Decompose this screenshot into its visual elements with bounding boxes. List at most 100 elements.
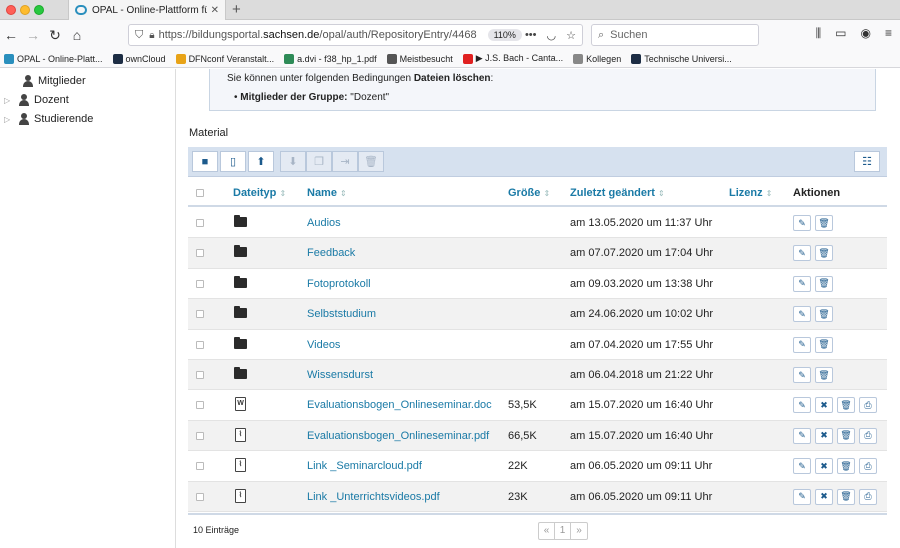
- column-header-type[interactable]: Dateityp ⇕: [233, 187, 286, 199]
- edit-button[interactable]: ✎: [793, 458, 811, 475]
- file-name-link[interactable]: Evaluationsbogen_Onlineseminar.doc: [307, 399, 492, 411]
- pocket-icon[interactable]: ◡: [547, 29, 557, 42]
- account-icon[interactable]: ◉: [861, 26, 871, 41]
- delete-button[interactable]: 🗑︎: [837, 427, 855, 444]
- tab-close-icon[interactable]: ✕: [211, 5, 219, 16]
- zoom-level-badge[interactable]: 110%: [487, 29, 522, 41]
- row-checkbox[interactable]: [196, 462, 204, 471]
- page-actions-icon[interactable]: •••: [525, 29, 537, 42]
- bookmark-item[interactable]: OPAL - Online-Platt...: [4, 53, 103, 64]
- row-checkbox[interactable]: [196, 219, 204, 227]
- menu-icon[interactable]: ≡: [885, 26, 892, 41]
- url-text[interactable]: https://bildungsportal.sachsen.de/opal/a…: [159, 29, 484, 41]
- pager-prev-button[interactable]: «: [539, 523, 555, 539]
- bookmark-item[interactable]: ▶ J.S. Bach - Canta...: [462, 53, 563, 64]
- move-button[interactable]: ⇥: [332, 151, 358, 172]
- sidebar-item-mitglieder[interactable]: Mitglieder: [22, 75, 86, 87]
- sidebar-toggle-icon[interactable]: ▭: [835, 26, 846, 41]
- tools-button[interactable]: ✖: [815, 397, 833, 414]
- delete-button[interactable]: 🗑︎: [815, 275, 833, 292]
- pager-next-button[interactable]: »: [571, 523, 587, 539]
- row-checkbox[interactable]: [196, 249, 204, 258]
- pager-page-1[interactable]: 1: [555, 523, 571, 539]
- bookmark-item[interactable]: DFNconf Veranstalt...: [175, 53, 274, 64]
- column-header-license[interactable]: Lizenz ⇕: [729, 187, 772, 199]
- sidebar-item-studierende[interactable]: ▷ Studierende: [4, 113, 93, 125]
- sidebar-item-dozent[interactable]: ▷ Dozent: [4, 94, 69, 106]
- window-minimize-button[interactable]: [20, 5, 30, 15]
- print-button[interactable]: ⎙: [859, 427, 877, 444]
- edit-button[interactable]: ✎: [793, 215, 811, 231]
- file-name-link[interactable]: Videos: [307, 339, 340, 351]
- print-button[interactable]: ⎙: [859, 397, 877, 414]
- edit-button[interactable]: ✎: [793, 397, 811, 414]
- delete-button[interactable]: 🗑︎: [837, 458, 855, 475]
- file-name-link[interactable]: Feedback: [307, 247, 355, 259]
- edit-button[interactable]: ✎: [793, 336, 811, 353]
- reload-icon[interactable]: ↻: [44, 27, 66, 44]
- bookmark-item[interactable]: ownCloud: [112, 53, 166, 64]
- expand-arrow-icon[interactable]: ▷: [4, 96, 14, 105]
- browser-tab[interactable]: OPAL - Online-Plattform für Ak ✕: [68, 0, 226, 20]
- shield-icon[interactable]: ⛉: [135, 29, 143, 42]
- lock-icon[interactable]: 🔒︎: [149, 30, 154, 41]
- row-checkbox[interactable]: [196, 492, 204, 501]
- tools-button[interactable]: ✖: [815, 427, 833, 444]
- url-bar[interactable]: ⛉ 🔒︎ https://bildungsportal.sachsen.de/o…: [128, 24, 583, 46]
- delete-button[interactable]: 🗑︎: [815, 367, 833, 383]
- delete-button[interactable]: 🗑︎: [815, 215, 833, 231]
- home-icon[interactable]: ⌂: [66, 27, 88, 43]
- edit-button[interactable]: ✎: [793, 306, 811, 323]
- file-name-link[interactable]: Link _Unterrichtsvideos.pdf: [307, 491, 440, 503]
- new-tab-button[interactable]: +: [232, 0, 241, 20]
- delete-button[interactable]: 🗑︎: [358, 151, 384, 172]
- forward-arrow-icon[interactable]: →: [22, 27, 44, 43]
- row-checkbox[interactable]: [196, 279, 204, 288]
- edit-button[interactable]: ✎: [793, 367, 811, 383]
- upload-button[interactable]: ⬆: [248, 151, 274, 172]
- bookmark-star-icon[interactable]: ☆: [566, 29, 576, 42]
- library-icon[interactable]: ⫼: [816, 26, 822, 41]
- print-button[interactable]: ⎙: [859, 488, 877, 505]
- row-checkbox[interactable]: [196, 340, 204, 349]
- file-name-link[interactable]: Evaluationsbogen_Onlineseminar.pdf: [307, 430, 489, 442]
- select-all-checkbox[interactable]: [196, 189, 204, 197]
- row-checkbox[interactable]: [196, 371, 204, 379]
- expand-arrow-icon[interactable]: ▷: [4, 115, 14, 124]
- edit-button[interactable]: ✎: [793, 427, 811, 444]
- edit-button[interactable]: ✎: [793, 245, 811, 262]
- file-name-link[interactable]: Wissensdurst: [307, 369, 373, 381]
- download-button[interactable]: ⬇: [280, 151, 306, 172]
- edit-button[interactable]: ✎: [793, 488, 811, 505]
- delete-button[interactable]: 🗑︎: [815, 306, 833, 323]
- tools-button[interactable]: ✖: [815, 488, 833, 505]
- bookmark-item[interactable]: Kollegen: [573, 53, 621, 64]
- file-name-link[interactable]: Selbststudium: [307, 308, 376, 320]
- delete-button[interactable]: 🗑︎: [837, 397, 855, 414]
- edit-button[interactable]: ✎: [793, 275, 811, 292]
- delete-button[interactable]: 🗑︎: [815, 336, 833, 353]
- new-folder-button[interactable]: ■: [192, 151, 218, 172]
- copy-button[interactable]: ❐: [306, 151, 332, 172]
- delete-button[interactable]: 🗑︎: [815, 245, 833, 262]
- print-button[interactable]: ⎙: [859, 458, 877, 475]
- back-arrow-icon[interactable]: ←: [0, 27, 22, 43]
- bookmark-item[interactable]: a.dvi - f38_hp_1.pdf: [284, 53, 377, 64]
- column-header-name[interactable]: Name ⇕: [307, 187, 347, 199]
- row-checkbox[interactable]: [196, 401, 204, 410]
- window-zoom-button[interactable]: [34, 5, 44, 15]
- file-name-link[interactable]: Audios: [307, 217, 341, 229]
- view-settings-button[interactable]: ☷: [854, 151, 880, 172]
- file-name-link[interactable]: Link _Seminarcloud.pdf: [307, 460, 422, 472]
- search-input[interactable]: ⌕ Suchen: [591, 24, 759, 46]
- new-file-button[interactable]: ▯: [220, 151, 246, 172]
- bookmark-item[interactable]: Meistbesucht: [386, 53, 453, 64]
- row-checkbox[interactable]: [196, 431, 204, 440]
- window-close-button[interactable]: [6, 5, 16, 15]
- column-header-size[interactable]: Größe ⇕: [508, 187, 550, 199]
- bookmark-item[interactable]: Technische Universi...: [631, 53, 732, 64]
- file-name-link[interactable]: Fotoprotokoll: [307, 278, 371, 290]
- column-header-modified[interactable]: Zuletzt geändert ⇕: [570, 187, 665, 199]
- delete-button[interactable]: 🗑︎: [837, 488, 855, 505]
- tools-button[interactable]: ✖: [815, 458, 833, 475]
